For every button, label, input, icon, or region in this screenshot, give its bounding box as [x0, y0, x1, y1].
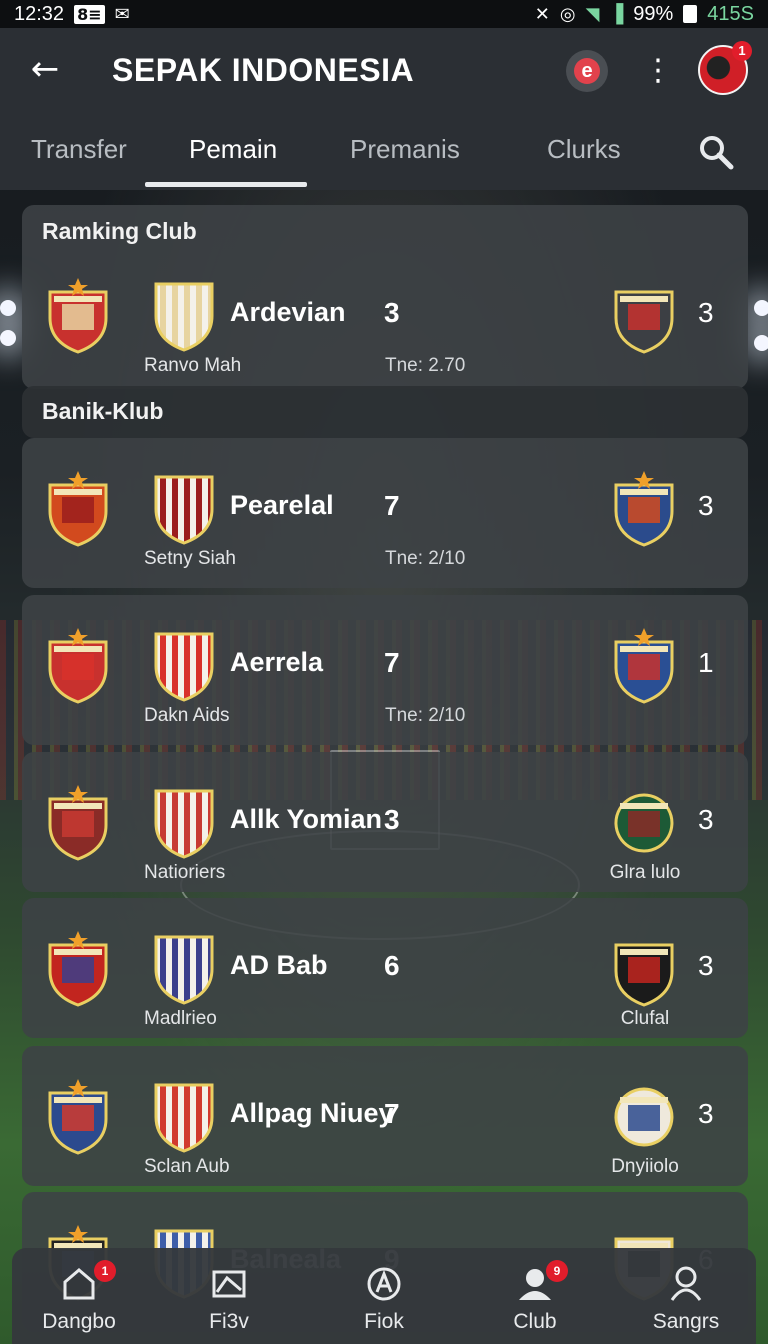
nav-item-sangrs[interactable]: Sangrs: [621, 1248, 751, 1344]
player-crest-icon: [150, 1079, 218, 1155]
brand-logo-icon: e: [574, 58, 600, 84]
tab-transfer[interactable]: Transfer: [31, 134, 127, 165]
club-subtitle: Dakn Aids: [144, 705, 230, 726]
opponent-crest-icon: [610, 785, 678, 861]
player-crest-icon: [150, 785, 218, 861]
player-crest-icon: [150, 931, 218, 1007]
club-crest-icon: [44, 931, 112, 1007]
battery-icon: [683, 5, 698, 23]
brand-button[interactable]: e: [566, 50, 608, 92]
mute-icon: ✕: [534, 3, 550, 25]
nav-item-club[interactable]: 9 Club: [470, 1248, 600, 1344]
compass-icon: [367, 1267, 401, 1301]
section-title-banik: Banik-Klub: [42, 398, 164, 424]
active-tab-indicator: [145, 182, 307, 187]
club-name: AD Bab: [230, 950, 328, 980]
match-time: Tne: 2/10: [385, 705, 466, 726]
club-subtitle: Sclan Aub: [144, 1156, 230, 1177]
status-time: 12:32: [14, 2, 65, 25]
nav-label: Fi3v: [209, 1310, 249, 1333]
opponent-subtitle: Glra lulo: [609, 862, 681, 883]
notification-icon: ✉: [114, 3, 130, 25]
opponent-subtitle: Clufal: [620, 1008, 670, 1029]
opponent-crest-icon: [610, 1079, 678, 1155]
opponent-score: 3: [698, 950, 714, 981]
tab-pemain[interactable]: Pemain: [189, 134, 277, 165]
club-name: Pearelal: [230, 490, 334, 520]
club-name: Allpag Niuey: [230, 1098, 394, 1128]
avatar-notification-badge: 1: [732, 41, 752, 61]
club-name: Aerrela: [230, 647, 324, 677]
nav-label: Sangrs: [652, 1310, 720, 1333]
status-bar: 12:32 8≡ ✉ ✕ ◎ ◥ ▐ 99% 415S: [0, 0, 768, 28]
tab-clurks[interactable]: Clurks: [547, 134, 621, 165]
player-crest-icon: [150, 471, 218, 547]
wifi-icon: ◥: [585, 3, 600, 25]
status-right-text: 415S: [707, 2, 754, 25]
match-time: Tne: 2/10: [385, 548, 466, 569]
nav-item-dangbo[interactable]: 1 Dangbo: [14, 1248, 144, 1344]
more-vertical-icon[interactable]: ⋮: [643, 50, 673, 92]
opponent-score: 3: [698, 804, 714, 835]
club-name: Ardevian: [230, 297, 346, 327]
club-crest-icon: [44, 1079, 112, 1155]
club-crest-icon: [44, 785, 112, 861]
tab-bar: Transfer Pemain Premanis Clurks: [0, 114, 768, 190]
opponent-crest-icon: [610, 628, 678, 704]
club-name: Allk Yomian: [230, 804, 383, 834]
opponent-score: 3: [698, 1098, 714, 1129]
nav-badge: 1: [94, 1260, 116, 1282]
image-icon: [212, 1270, 246, 1298]
signal-icon: ▐: [609, 3, 624, 25]
app-bar: ← SEPAK INDONESIA e ⋮ 1: [0, 28, 768, 114]
nav-badge: 9: [546, 1260, 568, 1282]
player-crest-icon: [150, 278, 218, 354]
search-icon[interactable]: [696, 132, 736, 172]
club-crest-icon: [44, 628, 112, 704]
back-arrow-icon[interactable]: ←: [26, 50, 64, 88]
nav-label: Dangbo: [42, 1310, 116, 1333]
opponent-score: 3: [698, 297, 714, 328]
opponent-crest-icon: [610, 278, 678, 354]
opponent-score: 1: [698, 647, 714, 678]
nav-label: Fiok: [364, 1310, 404, 1333]
club-score: 7: [384, 647, 400, 678]
club-score: 3: [384, 297, 400, 328]
club-crest-icon: [44, 278, 112, 354]
bottom-navigation: 1 Dangbo Fi3v Fiok 9 Club Sangrs: [12, 1248, 756, 1344]
club-score: 3: [384, 804, 400, 835]
player-crest-icon: [150, 628, 218, 704]
match-time: Tne: 2.70: [385, 355, 466, 376]
club-subtitle: Natioriers: [144, 862, 226, 883]
page-title: SEPAK INDONESIA: [112, 52, 415, 88]
opponent-score: 3: [698, 490, 714, 521]
section-title-ranking: Ramking Club: [42, 218, 197, 244]
club-score: 7: [384, 490, 400, 521]
nav-label: Club: [513, 1310, 557, 1333]
nav-item-fiok[interactable]: Fiok: [319, 1248, 449, 1344]
status-badge: 8≡: [74, 4, 105, 24]
avatar[interactable]: 1: [698, 41, 752, 95]
tab-premanis[interactable]: Premanis: [350, 134, 460, 165]
user-icon: [670, 1266, 702, 1301]
club-subtitle: Madlrieo: [144, 1008, 217, 1029]
opponent-crest-icon: [610, 471, 678, 547]
club-subtitle: Setny Siah: [144, 548, 236, 569]
club-subtitle: Ranvo Mah: [144, 355, 242, 376]
battery-percent: 99%: [633, 2, 674, 25]
club-score: 6: [384, 950, 400, 981]
club-crest-icon: [44, 471, 112, 547]
alarm-icon: ◎: [559, 3, 576, 25]
nav-item-fi3v[interactable]: Fi3v: [164, 1248, 294, 1344]
opponent-subtitle: Dnyiiolo: [611, 1156, 679, 1177]
club-score: 7: [384, 1098, 400, 1129]
opponent-crest-icon: [610, 931, 678, 1007]
home-icon: [63, 1268, 95, 1300]
